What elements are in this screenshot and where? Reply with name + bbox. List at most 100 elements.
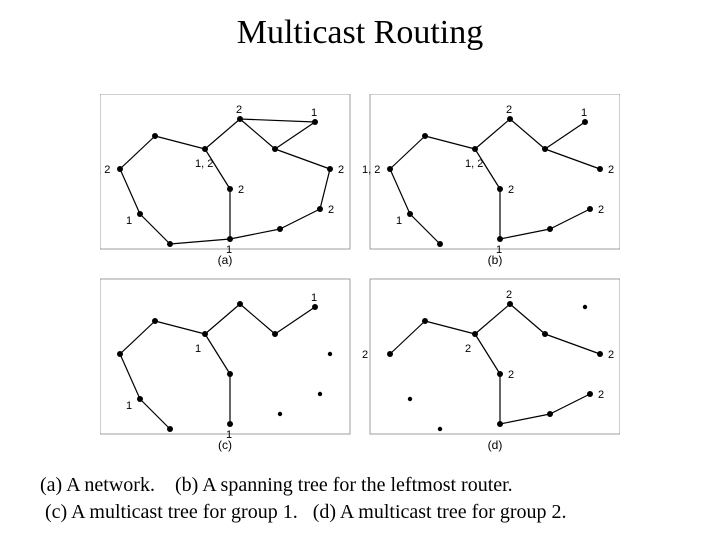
- node-label: 1: [311, 107, 317, 119]
- node-dot: [227, 421, 233, 427]
- node-label: 2: [236, 104, 242, 116]
- edge: [390, 169, 410, 214]
- node-dot: [227, 236, 233, 242]
- node-dot: [407, 211, 413, 217]
- edge: [475, 304, 510, 334]
- node-label: 2: [508, 184, 514, 196]
- node-label: 1: [581, 107, 587, 119]
- node-label: 2: [598, 389, 604, 401]
- node-label: 1: [311, 292, 317, 304]
- edge: [425, 321, 475, 334]
- edge: [275, 149, 330, 169]
- node-dot: [272, 331, 278, 337]
- edge: [545, 122, 585, 149]
- edge: [500, 229, 550, 239]
- caption-b: (b) A spanning tree for the leftmost rou…: [175, 474, 513, 496]
- caption-c: (c) A multicast tree for group 1.: [45, 501, 298, 523]
- node-label: 2: [362, 349, 368, 361]
- node-dot: [542, 146, 548, 152]
- edge: [230, 229, 280, 239]
- edge: [550, 394, 590, 414]
- node-dot: [387, 166, 393, 172]
- panel-b: 1, 21, 22121212(b): [362, 94, 620, 267]
- node-dot: [117, 351, 123, 357]
- node-dot: [472, 331, 478, 337]
- edge: [320, 169, 330, 209]
- edge: [475, 119, 510, 149]
- node-dot: [137, 396, 143, 402]
- node-dot: [587, 391, 593, 397]
- node-dot: [438, 427, 442, 431]
- node-dot: [152, 318, 158, 324]
- node-dot: [497, 371, 503, 377]
- node-dot: [497, 186, 503, 192]
- edge: [475, 334, 500, 374]
- caption-a: (a) A network.: [40, 474, 155, 496]
- edge: [425, 136, 475, 149]
- node-dot: [137, 211, 143, 217]
- node-dot: [327, 166, 333, 172]
- node-dot: [542, 331, 548, 337]
- node-dot: [152, 133, 158, 139]
- node-dot: [117, 166, 123, 172]
- edge: [390, 321, 425, 354]
- node-dot: [587, 206, 593, 212]
- node-label: 2: [508, 369, 514, 381]
- node-label: 2: [608, 349, 614, 361]
- panel-c: 11111(c): [100, 279, 350, 452]
- node-dot: [472, 146, 478, 152]
- node-dot: [547, 226, 553, 232]
- edge: [120, 354, 140, 399]
- edge: [545, 334, 600, 354]
- edge: [155, 321, 205, 334]
- slide-title: Multicast Routing: [0, 14, 720, 52]
- edge: [155, 136, 205, 149]
- caption-d: (d) A multicast tree for group 2.: [313, 501, 567, 523]
- edge: [275, 307, 315, 334]
- four-panel-diagram: 1, 21, 22121212(a)1, 21, 22121212(b)1111…: [100, 94, 620, 454]
- edge: [550, 209, 590, 229]
- node-label: 1: [126, 215, 132, 227]
- node-dot: [318, 392, 322, 396]
- edge: [170, 239, 230, 244]
- node-dot: [317, 206, 323, 212]
- node-label: 1: [396, 215, 402, 227]
- node-dot: [497, 421, 503, 427]
- node-dot: [328, 352, 332, 356]
- node-dot: [597, 351, 603, 357]
- node-dot: [507, 116, 513, 122]
- node-dot: [312, 119, 318, 125]
- node-dot: [167, 426, 173, 432]
- node-dot: [277, 226, 283, 232]
- panel-a: 1, 21, 22121212(a): [100, 94, 350, 267]
- edge: [240, 119, 315, 122]
- node-dot: [583, 305, 587, 309]
- edge: [140, 214, 170, 244]
- edge: [120, 136, 155, 169]
- node-label: 1: [195, 343, 201, 355]
- edge: [240, 119, 275, 149]
- edge: [140, 399, 170, 429]
- node-dot: [202, 146, 208, 152]
- node-dot: [597, 166, 603, 172]
- panel-label: (d): [488, 438, 503, 452]
- node-label: 2: [328, 204, 334, 216]
- node-dot: [408, 397, 412, 401]
- node-dot: [202, 331, 208, 337]
- node-label: 1, 2: [465, 158, 483, 170]
- edge: [410, 214, 440, 244]
- node-dot: [278, 412, 282, 416]
- edge: [390, 136, 425, 169]
- node-label: 2: [506, 104, 512, 116]
- node-dot: [387, 351, 393, 357]
- edge: [205, 304, 240, 334]
- edge: [500, 414, 550, 424]
- node-dot: [437, 241, 443, 247]
- node-dot: [227, 371, 233, 377]
- node-dot: [167, 241, 173, 247]
- node-label: 2: [608, 164, 614, 176]
- edge: [275, 122, 315, 149]
- edge: [205, 119, 240, 149]
- figure-area: 1, 21, 22121212(a)1, 21, 22121212(b)1111…: [100, 94, 620, 454]
- node-dot: [272, 146, 278, 152]
